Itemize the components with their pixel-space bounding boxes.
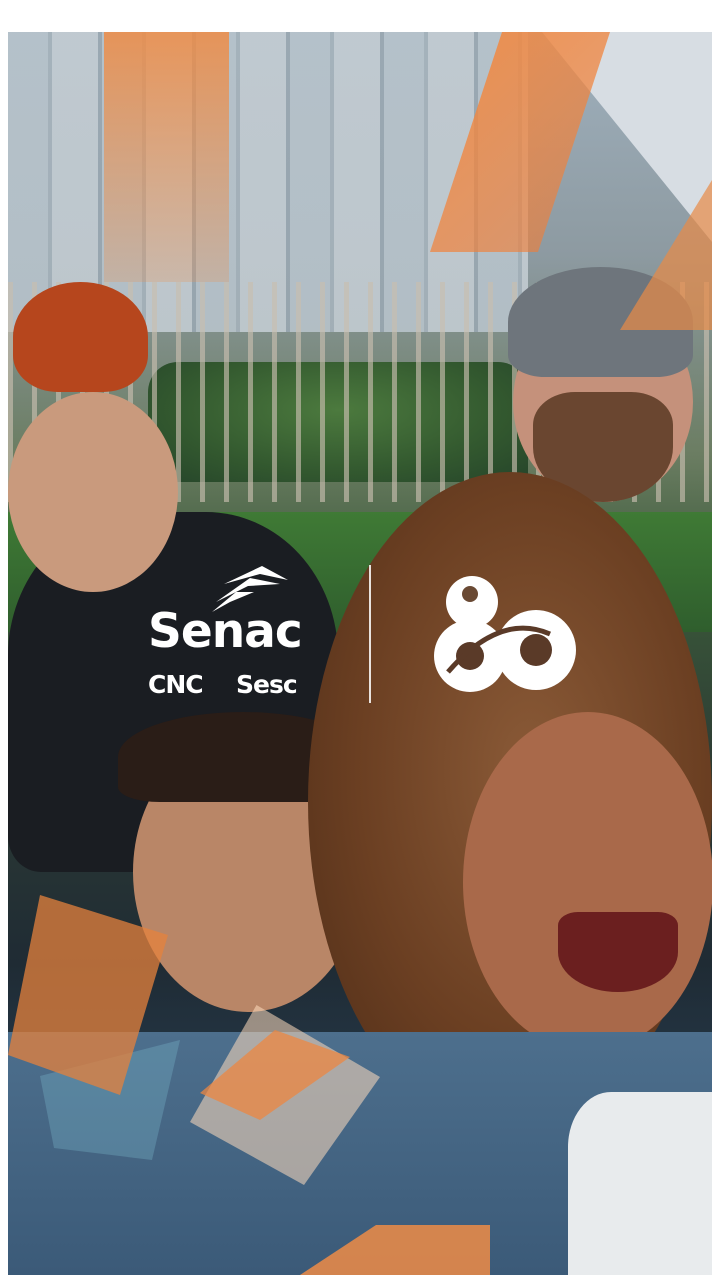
person-front-smile: [558, 912, 678, 992]
senac-wordmark: Senac: [148, 604, 303, 659]
sesc-wordmark: Sesc: [236, 670, 298, 699]
logo-divider: [369, 565, 371, 703]
eighty-years-icon: [434, 576, 576, 692]
senac-logo: Senac CNC Sesc: [148, 560, 318, 710]
splash-screen: Senac CNC Sesc: [0, 0, 712, 1275]
person-front-face: [463, 712, 712, 1052]
brand-logos: Senac CNC Sesc: [148, 560, 588, 710]
cnc-wordmark: CNC: [148, 670, 204, 699]
person-left-headwrap: [13, 282, 148, 392]
orange-overlay-stripe: [104, 32, 229, 282]
white-tshirt: [568, 1092, 712, 1275]
